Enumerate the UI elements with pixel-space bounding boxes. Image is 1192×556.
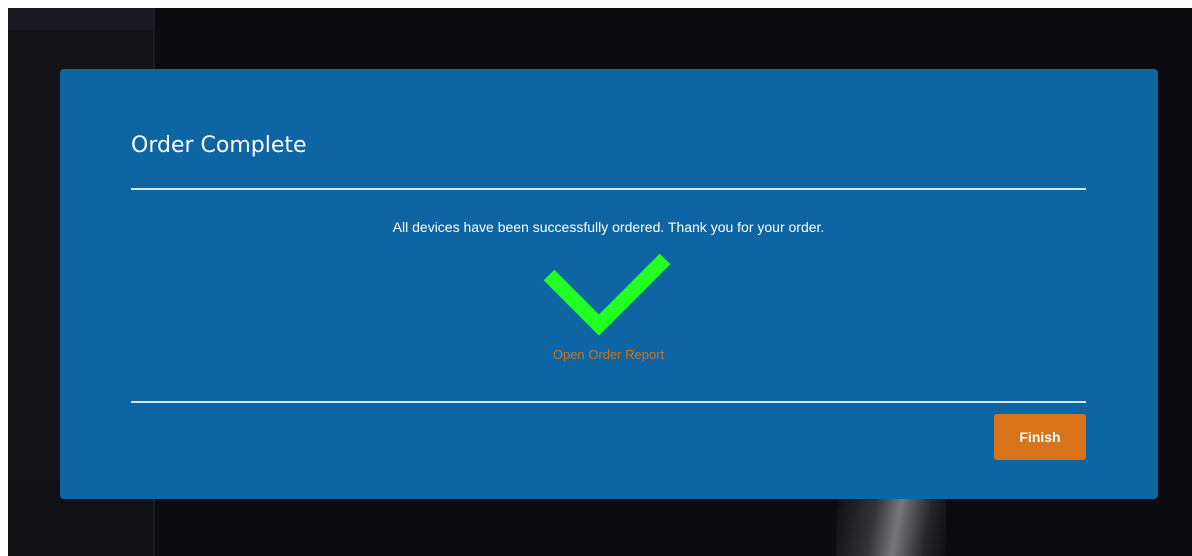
- open-order-report-link[interactable]: Open Order Report: [553, 347, 664, 362]
- finish-button[interactable]: Finish: [994, 414, 1086, 460]
- header-divider: [131, 188, 1086, 190]
- checkmark-stroke: [543, 253, 671, 336]
- background-sidebar-header: [8, 8, 153, 30]
- success-message: All devices have been successfully order…: [392, 219, 825, 235]
- order-complete-dialog: Order Complete All devices have been suc…: [60, 69, 1158, 499]
- report-link-row: Open Order Report: [131, 347, 1086, 362]
- dialog-title: Order Complete: [131, 133, 307, 158]
- app-background: Order Complete All devices have been suc…: [8, 8, 1192, 556]
- footer-divider: [131, 401, 1086, 403]
- checkmark-icon: [543, 253, 671, 336]
